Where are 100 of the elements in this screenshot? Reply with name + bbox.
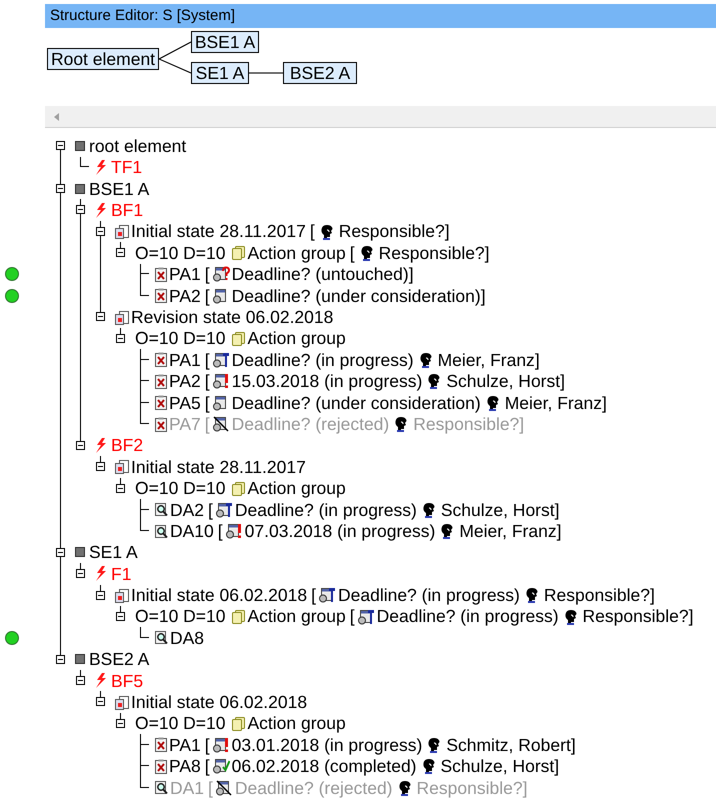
- bracket-text: ]: [534, 348, 540, 372]
- person-icon: [422, 502, 436, 518]
- window-title: Structure Editor: S [System]: [45, 4, 716, 28]
- clipboards-icon: [231, 480, 246, 496]
- magnifier-icon: [155, 780, 168, 796]
- clipboard-x-icon: [155, 395, 167, 410]
- bracket-text: [: [218, 520, 223, 543]
- clipboard-icon: [115, 459, 130, 474]
- collapse-toggle[interactable]: [116, 718, 125, 728]
- responsible-text: Responsible?: [338, 220, 445, 244]
- diagram-node: Root element: [47, 48, 159, 70]
- person-icon: [427, 736, 442, 753]
- clipboard-x-icon: [155, 737, 167, 752]
- clipboards-icon: [231, 331, 246, 346]
- square-icon: [75, 547, 85, 558]
- node-label: TF1: [111, 156, 142, 180]
- person-icon: [422, 758, 436, 774]
- node-label: PA1: [169, 263, 201, 286]
- collapse-toggle[interactable]: [116, 612, 125, 621]
- collapse-toggle[interactable]: [56, 654, 65, 664]
- bracket-text: [: [310, 220, 315, 244]
- node-label: Action group: [247, 605, 346, 628]
- responsible-text: Responsible?: [582, 605, 689, 628]
- node-label: Initial state 28.11.2017: [131, 456, 306, 479]
- deadline-text: Deadline? (under consideration): [232, 284, 481, 308]
- bracket-text: ]: [602, 392, 607, 415]
- clipboard-x-icon: [155, 758, 167, 774]
- clipboards-icon: [231, 716, 246, 732]
- node-label: PA2: [169, 284, 201, 308]
- collapse-toggle[interactable]: [96, 226, 105, 236]
- deadline-text: Deadline? (in progress): [376, 605, 559, 628]
- node-label: PA1: [169, 734, 201, 757]
- responsible-text: Meier, Franz: [504, 392, 602, 415]
- lightning-icon: [95, 202, 107, 218]
- person-icon: [320, 224, 334, 240]
- collapse-toggle[interactable]: [116, 334, 125, 343]
- clipboard-icon: [115, 310, 130, 325]
- clipboards-icon: [231, 609, 246, 624]
- node-label: PA7: [169, 412, 201, 436]
- node-label: Action group: [247, 242, 346, 265]
- horizontal-scrollbar[interactable]: [45, 106, 716, 128]
- node-label: Initial state 06.02.2018: [131, 584, 308, 608]
- person-icon: [524, 587, 539, 604]
- counts-text: O=10 D=10: [135, 242, 226, 265]
- node-label: Action group: [247, 712, 346, 736]
- node-label: Action group: [247, 327, 346, 350]
- lightning-icon: [95, 160, 107, 175]
- responsible-text: Responsible?: [544, 584, 650, 608]
- bracket-text: ]: [480, 284, 486, 308]
- bracket-text: [: [311, 584, 316, 608]
- bracket-text: [: [204, 755, 210, 778]
- node-label: DA10: [170, 520, 214, 543]
- collapse-toggle[interactable]: [96, 697, 105, 706]
- responsible-text: Schulze, Horst: [446, 370, 560, 394]
- collapse-toggle[interactable]: [96, 590, 105, 600]
- node-label: DA8: [170, 626, 204, 650]
- person-icon: [398, 780, 412, 796]
- bracket-text: ]: [688, 605, 694, 628]
- node-label: DA1: [170, 776, 204, 800]
- clipboard-x-icon: [155, 352, 167, 368]
- diagram-node: SE1 A: [191, 62, 249, 84]
- collapse-toggle[interactable]: [76, 569, 85, 578]
- bracket-text: [: [204, 348, 210, 372]
- collapse-toggle[interactable]: [96, 312, 105, 322]
- collapse-toggle[interactable]: [76, 205, 85, 214]
- bracket-text: [: [204, 263, 210, 286]
- responsible-text: Meier, Franz: [438, 348, 535, 372]
- node-label: BSE1 A: [89, 178, 150, 201]
- collapse-toggle[interactable]: [96, 462, 105, 472]
- bracket-text: [: [208, 498, 213, 522]
- bracket-text: ]: [570, 734, 576, 757]
- lightning-icon: [95, 438, 107, 453]
- collapse-toggle[interactable]: [56, 548, 65, 557]
- collapse-toggle[interactable]: [76, 676, 85, 686]
- node-label: PA5: [169, 392, 201, 415]
- counts-text: O=10 D=10: [135, 477, 226, 500]
- square-icon: [75, 184, 85, 194]
- bracket-text: ]: [484, 242, 490, 265]
- responsible-text: Responsible?: [378, 242, 485, 265]
- clipboard-icon: [115, 588, 130, 603]
- deadline-text: 07.03.2018 (in progress): [244, 520, 436, 543]
- node-label: Action group: [247, 477, 346, 500]
- collapse-toggle[interactable]: [76, 440, 85, 450]
- node-label: F1: [111, 562, 132, 586]
- clipboard-x-icon: [155, 416, 167, 432]
- collapse-toggle[interactable]: [56, 141, 65, 150]
- clipboards-icon: [231, 245, 246, 260]
- node-label: BF2: [111, 434, 144, 458]
- deadline-text: Deadline? (under consideration): [232, 392, 481, 415]
- counts-text: O=10 D=10: [135, 327, 226, 350]
- bracket-text: ]: [519, 412, 524, 436]
- collapse-toggle[interactable]: [56, 184, 65, 194]
- person-icon: [440, 523, 454, 540]
- collapse-toggle[interactable]: [116, 484, 125, 493]
- counts-text: O=10 D=10: [135, 605, 226, 628]
- collapse-toggle[interactable]: [116, 248, 125, 258]
- deadline-text: 03.01.2018 (in progress): [232, 734, 422, 757]
- person-icon: [418, 352, 433, 368]
- node-label: BF5: [111, 670, 144, 693]
- responsible-text: Meier, Franz: [459, 520, 557, 543]
